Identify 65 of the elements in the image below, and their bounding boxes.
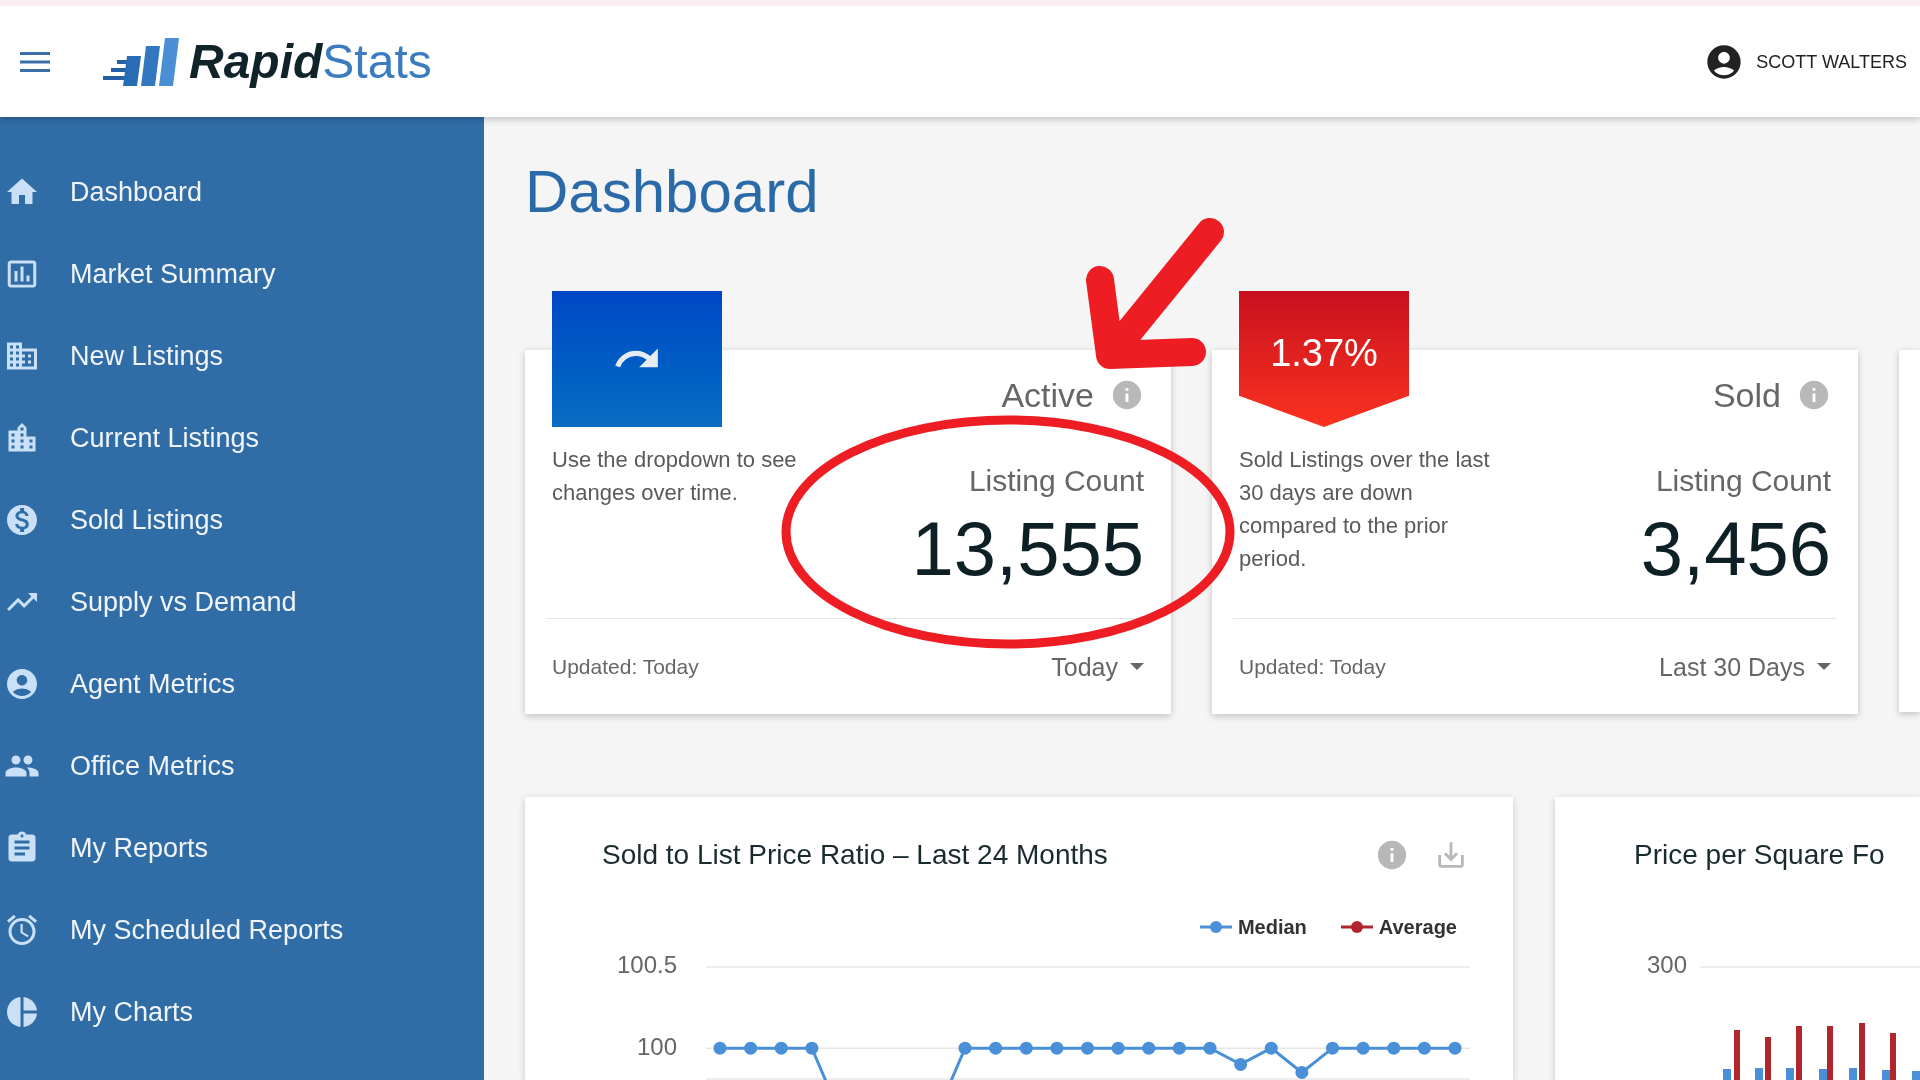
info-icon[interactable] <box>1375 838 1409 872</box>
sidebar-item[interactable]: Market Summary <box>0 233 484 315</box>
sidebar-item[interactable]: New Listings <box>0 315 484 397</box>
card-description: Use the dropdown to see changes over time. <box>552 446 798 507</box>
data-point[interactable] <box>1081 1041 1094 1055</box>
card-description: Sold Listings over the last 30 days are down compared to the prior period. <box>1239 446 1491 573</box>
sidebar-item[interactable]: Dashboard <box>0 151 484 233</box>
data-point[interactable] <box>1203 1041 1217 1055</box>
menu-icon[interactable] <box>20 50 50 73</box>
data-point[interactable] <box>1387 1041 1401 1055</box>
data-point[interactable] <box>989 1041 1003 1055</box>
bars-logo-icon <box>103 37 179 86</box>
card-title: Active <box>1001 375 1094 415</box>
chart-title: Price per Square Fo <box>1634 838 1885 872</box>
dollar-coin-icon <box>4 502 40 538</box>
legend-label[interactable]: Median <box>1237 915 1307 939</box>
data-point[interactable] <box>1295 1066 1309 1079</box>
sidebar-item[interactable]: My Reports <box>0 807 484 889</box>
updated-text: Updated: Today <box>1239 653 1386 680</box>
sidebar-item[interactable]: My Charts <box>0 971 484 1053</box>
data-point[interactable] <box>1264 1041 1278 1055</box>
updated-text: Updated: Today <box>552 653 699 680</box>
data-point[interactable] <box>958 1041 972 1055</box>
legend-label[interactable]: Average <box>1378 915 1457 939</box>
data-point[interactable] <box>1417 1041 1431 1055</box>
caret-icon <box>1817 663 1831 670</box>
data-point[interactable] <box>713 1041 727 1055</box>
info-icon[interactable] <box>1110 378 1144 412</box>
data-point[interactable] <box>1172 1041 1186 1055</box>
sidebar-item[interactable]: Sold Listings <box>0 479 484 561</box>
sidebar-item[interactable]: Office Metrics <box>0 725 484 807</box>
data-point[interactable] <box>1326 1041 1339 1055</box>
page-title: Dashboard <box>525 157 820 227</box>
period-dropdown[interactable]: Last 30 Days <box>1659 651 1831 682</box>
data-point[interactable] <box>805 1041 819 1055</box>
axis-label: 100.5 <box>616 951 677 979</box>
data-point[interactable] <box>744 1041 758 1055</box>
axis-label: 300 <box>1646 951 1687 979</box>
card-title: Sold <box>1712 375 1781 415</box>
brand-name: RapidStats <box>189 33 432 90</box>
axis-label: 100 <box>636 1032 677 1060</box>
user-name[interactable]: SCOTT WALTERS <box>1756 49 1907 74</box>
data-point[interactable] <box>1234 1057 1248 1071</box>
metric-value: 3,456 <box>1640 507 1831 591</box>
data-point[interactable] <box>1356 1041 1370 1055</box>
period-dropdown[interactable]: Today <box>1051 651 1144 682</box>
sidebar-item[interactable]: Agent Metrics <box>0 643 484 725</box>
info-icon[interactable] <box>1797 378 1831 412</box>
metric-label: Listing Count <box>968 464 1144 498</box>
data-point[interactable] <box>1111 1041 1125 1055</box>
data-point[interactable] <box>774 1041 788 1055</box>
alarm-clock-icon <box>4 912 40 948</box>
pie-chart-icon <box>4 994 40 1030</box>
sidebar-item[interactable]: Supply vs Demand <box>0 561 484 643</box>
metric-value: 13,555 <box>911 507 1144 591</box>
data-point[interactable] <box>1019 1041 1033 1055</box>
caret-icon <box>1130 663 1144 670</box>
sidebar-item[interactable]: My Scheduled Reports <box>0 889 484 971</box>
data-point[interactable] <box>1448 1041 1462 1055</box>
sidebar-item[interactable]: Current Listings <box>0 397 484 479</box>
change-badge: 1.37% <box>1239 291 1409 427</box>
chart-title: Sold to List Price Ratio – Last 24 Months <box>602 838 1108 872</box>
data-point[interactable] <box>1050 1041 1064 1055</box>
metric-label: Listing Count <box>1655 464 1831 498</box>
data-point[interactable] <box>1142 1041 1156 1055</box>
